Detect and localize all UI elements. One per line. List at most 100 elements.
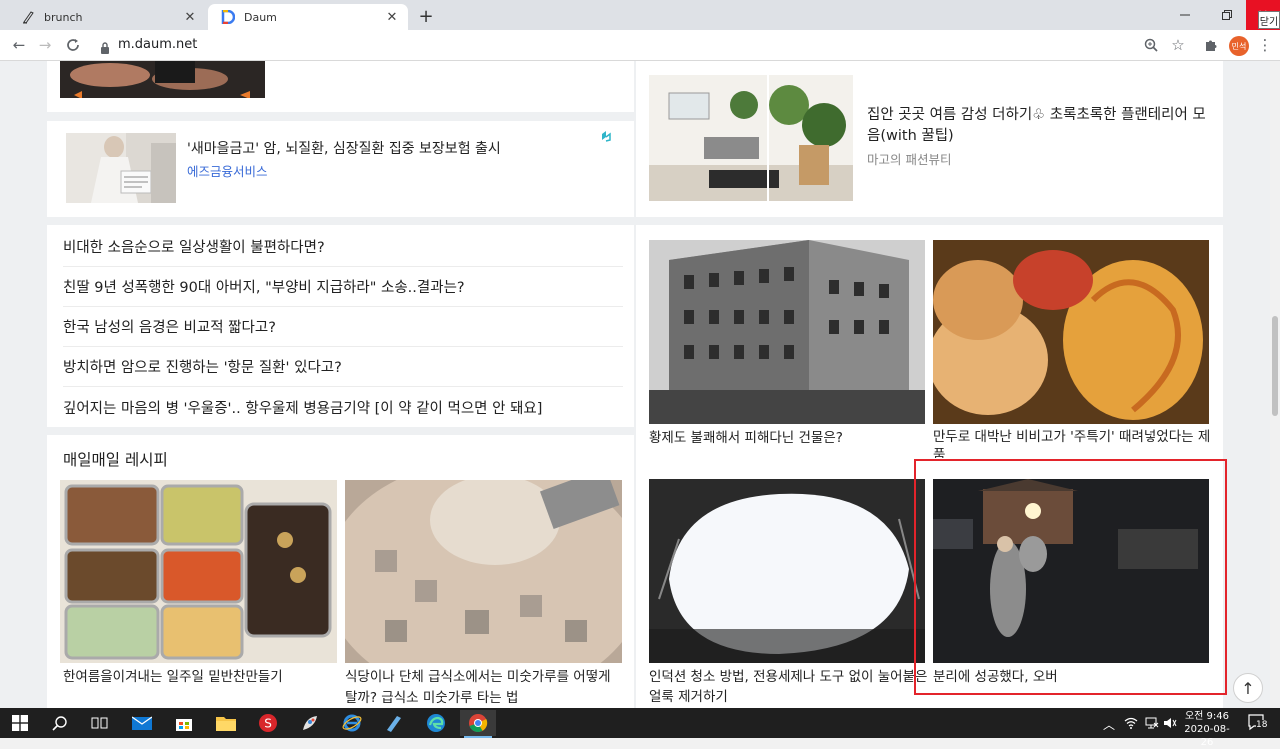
edge-icon [427,714,445,732]
grid-caption-2[interactable]: 만두로 대박난 비비고가 '주특기' 때려넣었다는 제품 [933,428,1213,458]
notes-app[interactable] [376,710,412,736]
chrome-icon [469,714,488,733]
arrow-up-icon: ↑ [1241,678,1255,698]
back-button[interactable]: ← [8,34,30,56]
zoom-icon [1144,38,1158,52]
list-item[interactable]: 방치하면 암으로 진행하는 '항문 질환' 있다고? [63,347,623,387]
grid-thumbnail-2[interactable] [933,240,1209,424]
zoom-button[interactable] [1140,34,1162,56]
tab-strip: brunch ✕ Daum ✕ + ✕ 닫기 [0,0,1280,30]
daum-logo-icon [220,9,236,25]
video-thumbnail[interactable] [60,61,265,98]
clock-time: 오전 9:46 [1184,711,1230,722]
task-view-button[interactable] [82,710,118,736]
paint-icon [303,716,317,730]
page-scrollbar[interactable] [1270,61,1280,708]
search-icon [52,716,67,731]
chrome-app[interactable] [460,710,496,738]
paint-app[interactable] [292,710,328,736]
wifi-icon[interactable] [1124,717,1138,732]
reload-icon [67,39,79,51]
svg-text:S: S [264,717,272,731]
tray-chevron-icon[interactable]: ︿ [1103,716,1115,733]
restore-icon [1222,10,1232,20]
new-tab-button[interactable]: + [414,4,438,28]
windows-taskbar: S ︿ 오전 9:46 2020-08-26 18 [0,708,1280,748]
grid-caption-3[interactable]: 인덕션 청소 방법, 전용세제나 도구 없이 눌어붙은 얼룩 제거하기 [649,667,929,707]
pen-tablet-icon [387,716,401,732]
grid-thumbnail-1[interactable] [649,240,925,424]
restore-button[interactable] [1204,0,1250,30]
bookmark-button[interactable]: ☆ [1167,34,1189,56]
tab-daum[interactable]: Daum ✕ [208,4,408,30]
lock-icon [100,39,110,58]
list-item[interactable]: 한국 남성의 음경은 비교적 짧다고? [63,307,623,347]
tab-title: brunch [44,10,83,24]
close-tooltip: 닫기 [1258,11,1280,29]
interior-thumbnail [649,75,853,201]
list-item[interactable]: 비대한 소음순으로 일상생활이 불편하다면? [63,227,623,267]
chrome-menu-button[interactable]: ⋮ [1254,34,1276,56]
puzzle-icon [1206,40,1217,51]
notification-center-button[interactable]: 18 [1248,714,1270,732]
scroll-to-top-button[interactable]: ↑ [1233,673,1263,703]
list-item[interactable]: 깊어지는 마음의 병 '우울증'.. 항우울제 병용금기약 [이 약 같이 먹으… [63,387,623,427]
taskbar-clock[interactable]: 오전 9:46 2020-08-26 [1180,710,1234,749]
store-icon [176,719,192,731]
ad-thumbnail [66,133,176,203]
folder-icon [216,717,236,731]
edge-app[interactable] [418,710,454,736]
network-icon[interactable] [1145,717,1159,732]
reload-button[interactable] [62,34,84,56]
recipe-caption-2[interactable]: 식당이나 단체 급식소에서는 미숫가루를 어떻게 탈까? 급식소 미숫가루 타는… [345,667,622,708]
grid-caption-4[interactable]: 분리에 성공했다, 오버 [933,667,1058,688]
s-app-icon: S [259,714,277,732]
internet-explorer-app[interactable] [334,710,370,736]
interior-card[interactable]: 집안 곳곳 여름 감성 더하기♧ 초록초록한 플랜테리어 모음(with 꿀팁)… [636,61,1223,217]
section-title: 매일매일 레시피 [63,451,168,469]
recipe-thumbnail-2[interactable] [345,480,622,663]
kebab-menu-icon: ⋮ [1257,36,1273,54]
search-button[interactable] [42,710,78,736]
star-icon: ☆ [1171,36,1185,54]
minimize-button[interactable] [1162,0,1208,30]
photo-grid-card: 황제도 불쾌해서 피해다닌 건물은? 만두로 대박난 비비고가 '주특기' 때려… [636,225,1223,708]
forward-button[interactable]: → [34,34,56,56]
mail-app[interactable] [124,710,160,736]
address-bar[interactable]: m.daum.net [118,37,197,52]
clock-date: 2020-08-26 [1184,724,1230,748]
grid-thumbnail-4[interactable] [933,479,1209,663]
grid-thumbnail-3[interactable] [649,479,925,663]
scrollbar-thumb[interactable] [1272,316,1278,416]
tab-close-icon[interactable]: ✕ [182,9,198,25]
red-app[interactable]: S [250,710,286,736]
windows-logo-icon [12,715,28,731]
minimize-icon [1180,14,1190,16]
tab-brunch[interactable]: brunch ✕ [8,4,206,30]
tab-close-icon[interactable]: ✕ [384,9,400,25]
ad-card[interactable]: '새마을금고' 암, 뇌질환, 심장질환 집중 보장보험 출시 에즈금융서비스 [47,121,634,217]
ad-title: '새마을금고' 암, 뇌질환, 심장질환 집중 보장보험 출시 [187,141,501,157]
mail-icon [132,716,152,730]
list-item[interactable]: 친딸 9년 성폭행한 90대 아버지, "부양비 지급하라" 소송..결과는? [63,267,623,307]
task-view-icon [91,717,108,729]
recipe-thumbnail-1[interactable] [60,480,337,663]
volume-icon[interactable] [1163,717,1177,732]
top-video-card [47,61,634,112]
store-app[interactable] [166,710,202,736]
page-viewport: '새마을금고' 암, 뇌질환, 심장질환 집중 보장보험 출시 에즈금융서비스 … [0,61,1270,708]
start-button[interactable] [2,710,38,736]
notification-count: 18 [1256,720,1268,730]
recipe-section: 매일매일 레시피 한여름을이겨내는 일주일 밑반찬만들기 식당이나 단체 급식소… [47,435,634,708]
ad-info-icon[interactable] [600,127,612,146]
brunch-pen-icon [20,9,36,25]
interior-source: 마고의 패션뷰티 [867,152,952,167]
forward-arrow-icon: → [38,36,52,54]
tab-title: Daum [244,10,277,24]
profile-avatar[interactable]: 민석 [1229,36,1249,56]
grid-caption-1[interactable]: 황제도 불쾌해서 피해다닌 건물은? [649,428,843,449]
file-explorer-app[interactable] [208,710,244,736]
extensions-button[interactable] [1200,34,1222,56]
ad-advertiser: 에즈금융서비스 [187,164,268,179]
recipe-caption-1[interactable]: 한여름을이겨내는 일주일 밑반찬만들기 [63,667,283,688]
